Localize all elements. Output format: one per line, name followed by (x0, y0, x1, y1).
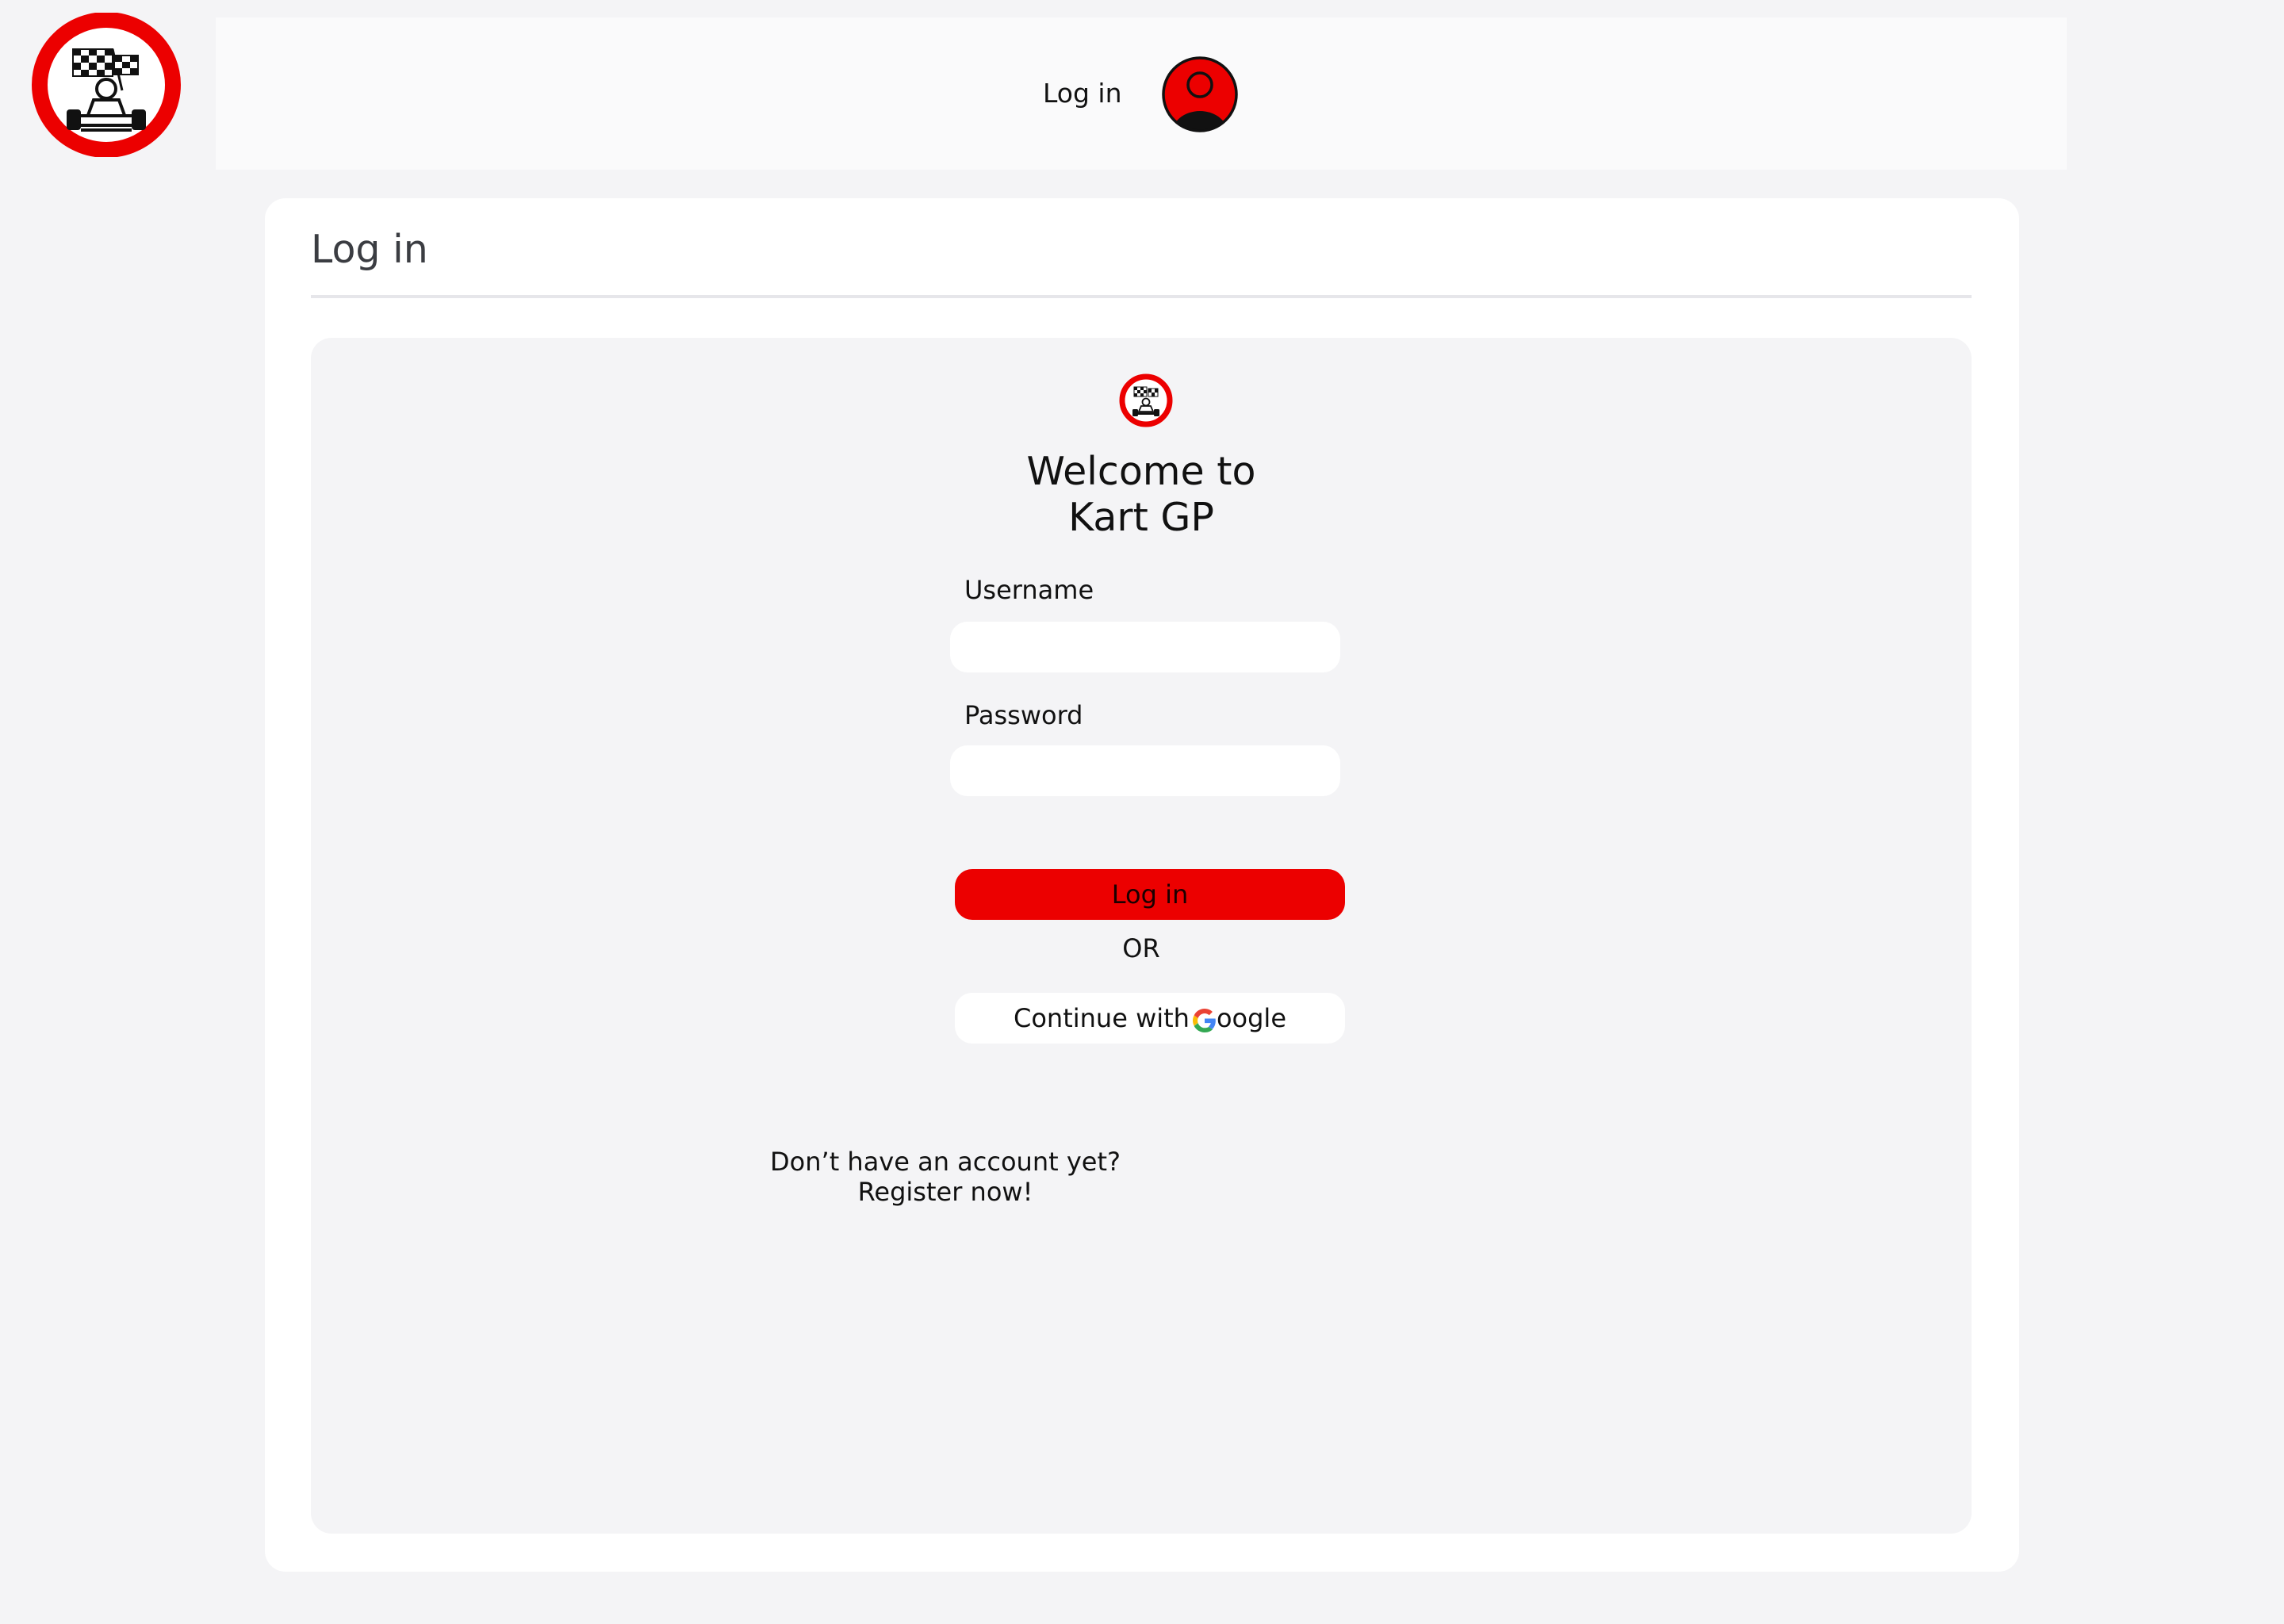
login-panel: Welcome to Kart GP Username Password Log… (311, 338, 1972, 1534)
welcome-heading: Welcome to Kart GP (824, 449, 1458, 541)
welcome-line-1: Welcome to (1026, 449, 1256, 494)
login-button[interactable]: Log in (955, 869, 1345, 920)
password-label: Password (964, 700, 1083, 730)
header-login-link[interactable]: Log in (1043, 17, 1122, 170)
kart-gp-small-logo (1118, 373, 1174, 428)
main-card: Log in Welcome to Kart GP Username Passw… (265, 198, 2019, 1572)
register-now-link[interactable]: Register now! (707, 1177, 1183, 1207)
google-icon (1192, 1009, 1217, 1032)
login-button-label: Log in (1111, 879, 1189, 910)
password-input[interactable] (950, 745, 1340, 796)
or-divider-text: OR (1122, 933, 1160, 963)
kart-gp-logo[interactable] (32, 12, 181, 158)
welcome-line-2: Kart GP (1068, 495, 1214, 540)
username-input[interactable] (950, 622, 1340, 672)
page-title: Log in (311, 227, 428, 272)
username-label: Username (964, 575, 1094, 605)
continue-with-google-button[interactable]: Continue with oogle (955, 993, 1345, 1044)
google-button-suffix: oogle (1216, 1003, 1286, 1033)
register-prompt-text: Don’t have an account yet? (770, 1147, 1121, 1177)
google-button-prefix: Continue with (1014, 1003, 1190, 1033)
user-avatar-icon[interactable] (1161, 56, 1239, 133)
top-navigation-bar: Log in (216, 17, 2067, 170)
register-prompt-block: Don’t have an account yet? Register now! (707, 1147, 1183, 1207)
title-divider (311, 295, 1972, 298)
